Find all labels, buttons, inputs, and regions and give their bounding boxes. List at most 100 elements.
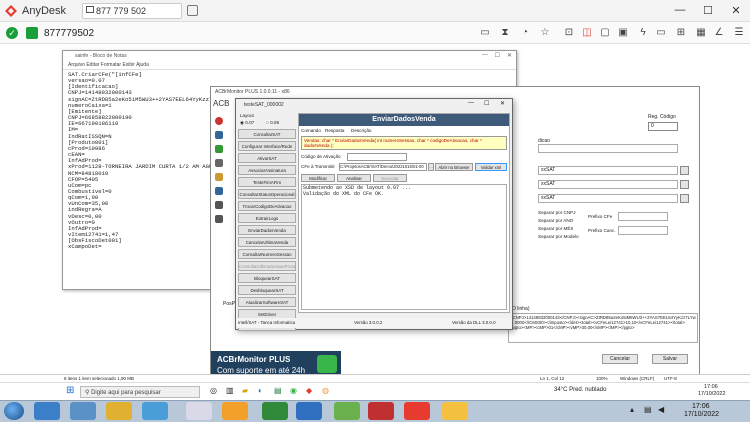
remote-search-box[interactable]: ⚲ Digite aqui para pesquisar — [80, 386, 200, 398]
sat-maximize-icon[interactable]: ☐ — [484, 100, 489, 107]
tab-comando[interactable]: Comando — [301, 128, 321, 133]
prefix-cfe-input[interactable] — [618, 212, 668, 221]
cmd-ativar-sat[interactable]: AtivarSAT — [238, 153, 296, 163]
whatsapp-icon[interactable] — [317, 355, 337, 373]
keyboard-icon[interactable]: ▭ — [478, 26, 492, 40]
maximize-icon[interactable]: ☐ — [700, 4, 716, 17]
path-field-1[interactable]: xxSAT — [538, 166, 678, 175]
green-app-icon[interactable] — [334, 402, 360, 420]
app-icon-orange[interactable] — [222, 402, 248, 420]
modificar-button[interactable]: Modificar — [301, 174, 335, 182]
cmd-atualizar-software[interactable]: AtualizarSoftwareSAT — [238, 297, 296, 307]
minimize-icon[interactable]: — — [672, 4, 688, 16]
cmd-enviar-dados-venda[interactable]: EnviarDadosVenda — [238, 225, 296, 235]
cancel-button[interactable]: Cancelar — [602, 354, 638, 364]
cmd-trocar-codigo[interactable]: TrocarCodigoDeAtivacao — [238, 201, 296, 211]
acbr-icon[interactable]: ◉ — [290, 386, 297, 395]
sidebar-doc-icon-2[interactable] — [215, 215, 223, 223]
codigo-ativacao-input[interactable] — [347, 153, 407, 161]
folder-icon-3[interactable] — [680, 194, 689, 203]
sidebar-orange-icon[interactable] — [215, 173, 223, 181]
layout-icon[interactable]: ▦ — [694, 26, 708, 40]
chat-icon[interactable]: ▢ — [598, 26, 612, 40]
prefix-canc-input[interactable] — [618, 226, 668, 235]
path-field-3[interactable]: xxSAT — [538, 194, 678, 203]
option-label-3[interactable]: Separar por MÊS — [538, 226, 574, 231]
draw-icon[interactable]: ∠ — [712, 26, 726, 40]
red-app-icon[interactable] — [368, 402, 394, 420]
cmd-consultar-sat[interactable]: ConsultarSAT — [238, 129, 296, 139]
cmd-configurar-interface[interactable]: Configurar Interface/Rede — [238, 141, 296, 151]
chrome-local-icon[interactable] — [442, 402, 468, 420]
sidebar-blue-icon-2[interactable] — [215, 187, 223, 195]
analisar-button[interactable]: Analisar — [337, 174, 371, 182]
reg-code-input[interactable]: 0 — [648, 122, 678, 131]
actions-icon[interactable]: ⊡ — [562, 26, 576, 40]
widgets-icon[interactable]: ▥ — [226, 386, 234, 395]
sidebar-red-icon[interactable] — [215, 117, 223, 125]
notepad-maximize-icon[interactable]: ☐ — [495, 52, 500, 59]
media-icon[interactable] — [142, 402, 168, 420]
windows-start-icon[interactable]: ⊞ — [66, 385, 74, 396]
monitor-settings-icon[interactable]: ▣ — [616, 26, 630, 40]
sidebar-blue-icon[interactable] — [215, 131, 223, 139]
tab-resposta[interactable]: Resposta — [325, 128, 344, 133]
cmd-consultar-status[interactable]: ConsultarStatusOperacional — [238, 189, 296, 199]
notifications-icon[interactable]: ▴ — [630, 405, 634, 414]
browse-dots-button[interactable]: … — [428, 163, 434, 171]
notepad-content[interactable]: SAT.CriarCFe("[infCFe] versao=0.07 [Iden… — [68, 71, 222, 251]
chrome-icon[interactable]: ◍ — [322, 386, 329, 395]
network-icon[interactable]: ▤ — [644, 405, 652, 414]
layout-option-007[interactable]: ◉ 0.07 — [240, 120, 254, 126]
anydesk-taskbar-icon[interactable]: ◆ — [306, 386, 312, 395]
cmd-associar-assinatura[interactable]: AssociarAssinatura — [238, 165, 296, 175]
new-tab-icon[interactable] — [187, 5, 198, 16]
layout-option-008[interactable]: ○ 0.08 — [266, 120, 279, 125]
window-icon[interactable]: ▭ — [654, 26, 668, 40]
log-text-area[interactable]: <CNPJ>14148832000143</CNPJ><signAC>ZtRD8… — [508, 313, 698, 343]
folder-icon[interactable] — [680, 166, 689, 175]
hourglass-icon[interactable]: ⧗ — [498, 26, 512, 40]
validate-xml-button[interactable]: Validar xml — [475, 163, 507, 171]
notepad-close-icon[interactable]: ✕ — [507, 52, 512, 59]
switch-icon[interactable]: ⊞ — [674, 26, 688, 40]
folder-icon-2[interactable] — [680, 180, 689, 189]
volume-icon[interactable]: ◀ — [658, 405, 664, 414]
save-button[interactable]: Salvar — [652, 354, 688, 364]
star-icon[interactable]: ☆ — [538, 26, 552, 40]
cmd-consultar-numero-sessao[interactable]: ConsultarNumeroSessao — [238, 249, 296, 259]
cmd-bloquear-sat[interactable]: BloquearSAT — [238, 273, 296, 283]
sat-close-icon[interactable]: ✕ — [500, 100, 505, 107]
sidebar-green-icon[interactable] — [215, 145, 223, 153]
executar-button[interactable]: Executar — [373, 174, 407, 182]
option-label-1[interactable]: Separar por CNPJ — [538, 210, 576, 215]
cmd-extrair-logs[interactable]: ExtrairLogs — [238, 213, 296, 223]
cfe-path-input[interactable]: C:\ProjetosACBr\SAT\Demo\20221016\01-00 — [339, 163, 427, 171]
explorer-icon[interactable] — [70, 402, 96, 420]
sidebar-doc-icon[interactable] — [215, 201, 223, 209]
tab-descricao[interactable]: Descrição — [351, 128, 371, 133]
excel-icon[interactable]: ▤ — [274, 386, 282, 395]
file-explorer-icon[interactable]: ▰ — [242, 386, 248, 395]
local-start-button[interactable] — [4, 402, 24, 420]
close-icon[interactable]: ✕ — [728, 4, 744, 17]
anydesk-local-icon[interactable] — [404, 402, 430, 420]
path-field-2[interactable]: xxSAT — [538, 180, 678, 189]
open-browser-button[interactable]: Abrir no Browser — [435, 163, 473, 171]
cmd-desbloquear-sat[interactable]: DesbloquearSAT — [238, 285, 296, 295]
task-view-icon[interactable]: ◎ — [210, 386, 217, 395]
sat-log-output[interactable]: Submetendo ao XSD de layout 0.07 ... Val… — [301, 184, 507, 310]
option-label-4[interactable]: Separar por Modelo — [538, 234, 579, 239]
weather-widget[interactable]: 34°C Pred. nublado — [554, 387, 606, 393]
cmd-consultar-ultima-sessao[interactable]: ConsultarUltimaSessaoFiscal — [238, 261, 296, 271]
chat-app-icon[interactable] — [186, 402, 212, 420]
excel-taskbar-icon[interactable] — [262, 402, 288, 420]
cmd-teste-fim-a-fim[interactable]: TesteFimAFim — [238, 177, 296, 187]
folder-taskbar-icon[interactable] — [106, 402, 132, 420]
display-icon[interactable]: ◫ — [580, 26, 594, 40]
sat-minimize-icon[interactable]: — — [468, 100, 474, 106]
database-icon[interactable]: ◔ — [518, 26, 532, 40]
lightning-icon[interactable]: ϟ — [636, 26, 650, 40]
notepad-minimize-icon[interactable]: — — [482, 52, 488, 58]
edge-icon[interactable]: ◐ — [258, 386, 263, 395]
